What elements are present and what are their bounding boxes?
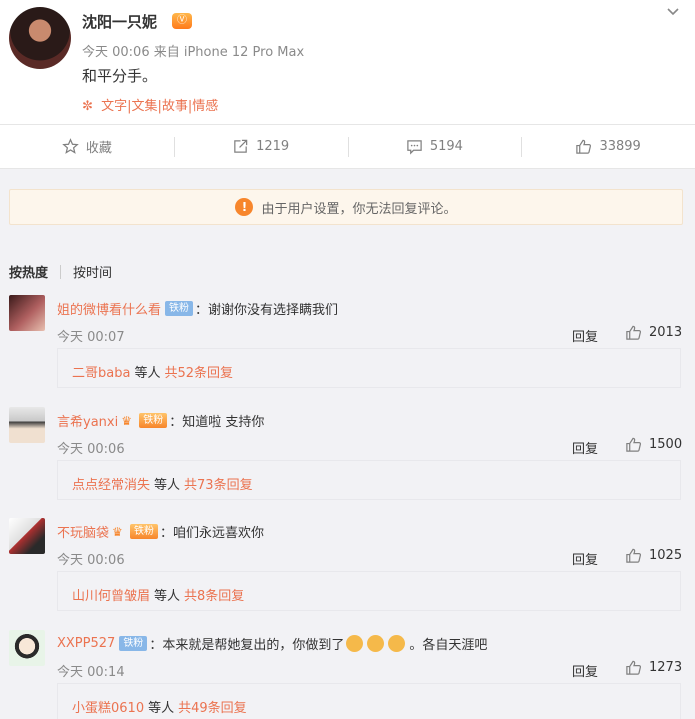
post-card: 沈阳一只妮 Ⓥ 今天 00:06 来自 iPhone 12 Pro Max 和平… <box>0 0 695 124</box>
reply-user[interactable]: 点点经常消失 <box>72 478 150 493</box>
thumbs-up-emoji-icon <box>388 635 406 652</box>
reply-user[interactable]: 二哥baba <box>72 366 130 381</box>
sort-by-hot-tab[interactable]: 按热度 <box>9 262 48 281</box>
comment-item: 言希yanxi ♛ 铁粉 ：知道啦 支持你 今天 00:06 回复 1500 点… <box>0 407 695 519</box>
comment-text-after: 。各自天涯吧 <box>409 638 488 653</box>
reply-button[interactable]: 回复 <box>572 549 598 568</box>
reply-count-link[interactable]: 共73条回复 <box>184 478 253 493</box>
warning-icon: ! <box>235 198 254 216</box>
crown-icon: ♛ <box>112 524 123 539</box>
fan-badge: 铁粉 <box>119 636 148 651</box>
reply-restricted-notice: ! 由于用户设置，你无法回复评论。 <box>9 189 683 225</box>
thumbs-up-emoji-icon <box>346 635 364 652</box>
author-name[interactable]: 沈阳一只妮 <box>82 11 157 32</box>
reply-mid: 等人 <box>154 478 181 493</box>
thumbs-up-icon <box>626 548 641 563</box>
like-button[interactable]: 33899 <box>521 125 695 168</box>
commenter-name[interactable]: 不玩脑袋 <box>57 522 109 541</box>
fan-badge: 铁粉 <box>139 413 168 428</box>
post-tags-label[interactable]: 文字|文集|故事|情感 <box>101 99 218 114</box>
fan-badge: 铁粉 <box>165 301 194 316</box>
sort-divider <box>60 264 62 279</box>
comment-like-button[interactable]: 1500 <box>625 436 682 453</box>
reply-mid: 等人 <box>148 701 175 716</box>
comment-time: 今天 00:07 <box>57 330 125 345</box>
reply-mid: 等人 <box>134 366 161 381</box>
reply-count-link[interactable]: 共52条回复 <box>164 366 233 381</box>
commenter-avatar[interactable] <box>9 518 45 554</box>
commenter-avatar[interactable] <box>9 407 45 443</box>
commenter-avatar[interactable] <box>9 630 45 666</box>
comment-line: 言希yanxi ♛ 铁粉 ：知道啦 支持你 <box>57 411 264 430</box>
replies-summary[interactable]: 二哥baba 等人 共52条回复 <box>57 348 681 388</box>
reply-button[interactable]: 回复 <box>572 438 598 457</box>
chevron-down-icon[interactable] <box>665 4 681 20</box>
crown-icon: ♛ <box>121 413 132 428</box>
fan-badge: 铁粉 <box>130 524 159 539</box>
comment-like-count: 1273 <box>649 660 683 675</box>
comment-item: 不玩脑袋 ♛ 铁粉 ：咱们永远喜欢你 今天 00:06 回复 1025 山川何曾… <box>0 518 695 630</box>
comment-time: 今天 00:14 <box>57 665 125 680</box>
replies-summary[interactable]: 小蛋糕0610 等人 共49条回复 <box>57 683 681 719</box>
star-icon <box>62 138 79 154</box>
reply-count-link[interactable]: 共8条回复 <box>184 589 244 604</box>
commenter-name[interactable]: 姐的微博看什么看 <box>57 299 161 318</box>
comment-like-count: 2013 <box>649 325 683 340</box>
comment-line: 姐的微博看什么看 铁粉 ：谢谢你没有选择瞒我们 <box>57 299 338 318</box>
action-bar: 收藏 1219 5194 33899 <box>0 124 695 169</box>
comment-text: ：知道啦 支持你 <box>169 415 265 430</box>
author-avatar[interactable] <box>9 7 71 69</box>
reply-mid: 等人 <box>154 589 181 604</box>
post-tags[interactable]: ✼ 文字|文集|故事|情感 <box>82 95 218 114</box>
comment-text: ：谢谢你没有选择瞒我们 <box>195 303 339 318</box>
repost-count: 1219 <box>256 139 290 154</box>
comment-text: ：咱们永远喜欢你 <box>160 526 265 541</box>
comment-item: 姐的微博看什么看 铁粉 ：谢谢你没有选择瞒我们 今天 00:07 回复 2013… <box>0 295 695 407</box>
thumbs-up-icon <box>576 139 592 154</box>
reply-user[interactable]: 山川何曾皱眉 <box>72 589 150 604</box>
comment-like-button[interactable]: 2013 <box>625 324 682 341</box>
reply-button[interactable]: 回复 <box>572 326 598 345</box>
thumbs-up-icon <box>626 660 641 675</box>
comment-like-count: 1025 <box>649 548 683 563</box>
comment-button[interactable]: 5194 <box>347 125 522 168</box>
comment-like-button[interactable]: 1273 <box>625 659 682 676</box>
sort-by-time-tab[interactable]: 按时间 <box>73 262 112 281</box>
comment-line: 不玩脑袋 ♛ 铁粉 ：咱们永远喜欢你 <box>57 522 264 541</box>
post-text: 和平分手。 <box>82 67 158 85</box>
comment-item: XXPP527 铁粉 ：本来就是帮她复出的，你做到了 。各自天涯吧 今天 00:… <box>0 630 695 719</box>
post-meta: 今天 00:06 来自 iPhone 12 Pro Max <box>82 45 305 60</box>
favorite-button[interactable]: 收藏 <box>0 125 174 168</box>
comment-time: 今天 00:06 <box>57 442 125 457</box>
commenter-name[interactable]: XXPP527 <box>57 636 115 651</box>
thumbs-up-emoji-icon <box>367 635 385 652</box>
tag-icon: ✼ <box>82 99 93 114</box>
comment-count: 5194 <box>429 139 463 154</box>
reply-user[interactable]: 小蛋糕0610 <box>72 701 144 716</box>
favorite-label: 收藏 <box>85 141 112 156</box>
commenter-name[interactable]: 言希yanxi <box>57 411 118 430</box>
notice-text: 由于用户设置，你无法回复评论。 <box>261 201 457 217</box>
reply-count-link[interactable]: 共49条回复 <box>178 701 247 716</box>
comment-text: ：本来就是帮她复出的，你做到了 <box>149 638 345 653</box>
repost-button[interactable]: 1219 <box>173 125 348 168</box>
comment-time: 今天 00:06 <box>57 553 125 568</box>
thumbs-up-icon <box>626 325 641 340</box>
reply-button[interactable]: 回复 <box>572 661 598 680</box>
comment-sorter: 按热度 按时间 <box>9 262 112 281</box>
thumbs-up-icon <box>626 437 641 452</box>
vip-badge-icon: Ⓥ <box>172 13 192 29</box>
comment-line: XXPP527 铁粉 ：本来就是帮她复出的，你做到了 。各自天涯吧 <box>57 634 487 653</box>
replies-summary[interactable]: 山川何曾皱眉 等人 共8条回复 <box>57 571 681 611</box>
commenter-avatar[interactable] <box>9 295 45 331</box>
share-icon <box>234 139 248 153</box>
comment-icon <box>407 140 422 155</box>
replies-summary[interactable]: 点点经常消失 等人 共73条回复 <box>57 460 681 500</box>
comment-like-count: 1500 <box>649 437 683 452</box>
comment-like-button[interactable]: 1025 <box>625 547 682 564</box>
like-count: 33899 <box>599 139 641 154</box>
